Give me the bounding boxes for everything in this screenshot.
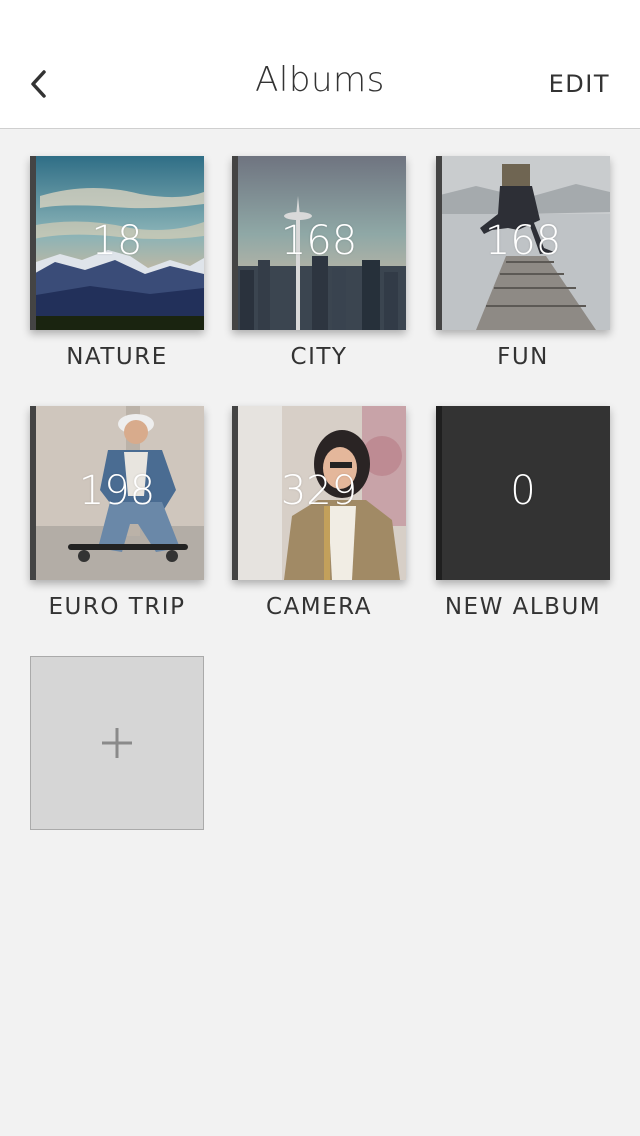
album-label: CITY: [290, 344, 348, 370]
page-title: Albums: [255, 60, 385, 100]
album-count: 329: [280, 468, 358, 514]
add-album-button[interactable]: [30, 656, 204, 830]
album-label: NATURE: [66, 344, 168, 370]
album-count: 18: [91, 218, 143, 264]
album-tile-euro-trip[interactable]: 198: [30, 406, 204, 580]
album-label: FUN: [497, 344, 549, 370]
album-count: 168: [280, 218, 358, 264]
album-tile-nature[interactable]: 18: [30, 156, 204, 330]
album-tile-fun[interactable]: 168: [436, 156, 610, 330]
plus-icon: [102, 728, 132, 758]
edit-button[interactable]: EDIT: [549, 70, 610, 98]
top-bar: Albums EDIT: [0, 0, 640, 129]
album-label: NEW ALBUM: [444, 594, 602, 620]
album-label: EURO TRIP: [48, 594, 186, 620]
album-tile-city[interactable]: 168: [232, 156, 406, 330]
album-label: CAMERA: [266, 594, 372, 620]
album-tile-new-album[interactable]: 0: [436, 406, 610, 580]
album-count: 168: [484, 218, 562, 264]
album-count: 0: [510, 468, 536, 514]
album-count: 198: [78, 468, 156, 514]
album-tile-camera[interactable]: 329: [232, 406, 406, 580]
